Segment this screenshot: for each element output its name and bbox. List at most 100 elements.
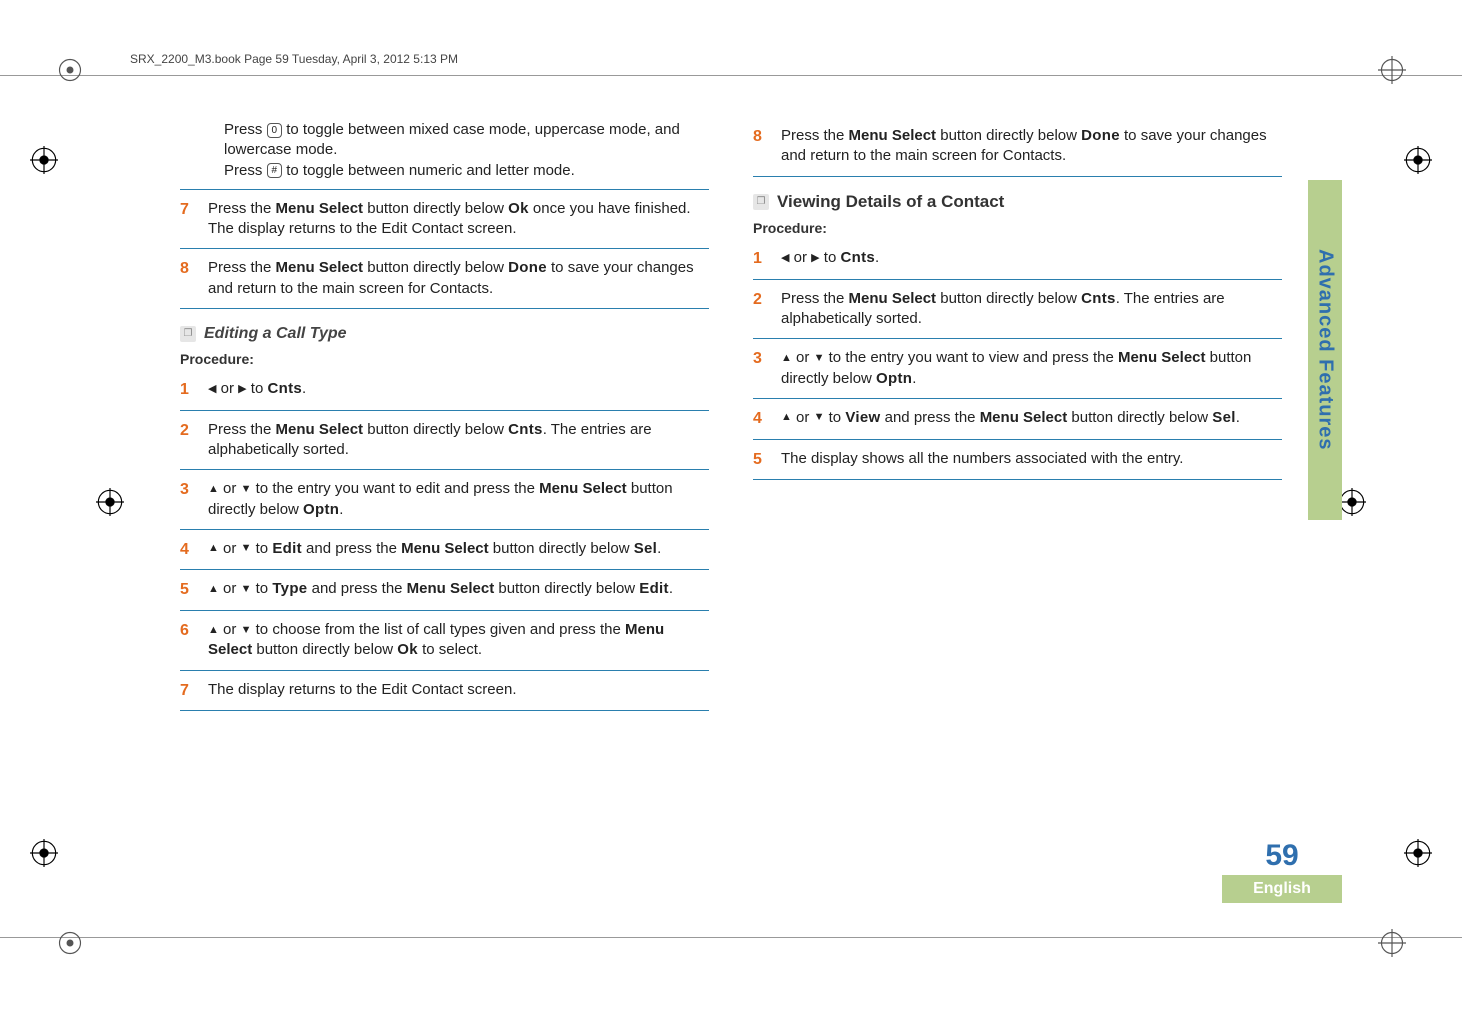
text: button directly below	[494, 580, 639, 597]
separator	[180, 529, 709, 530]
text: .	[339, 501, 343, 518]
softkey-label: Ok	[508, 200, 529, 217]
step-text: ◀ or ▶ to Cnts.	[208, 379, 709, 401]
separator	[180, 189, 709, 190]
text: .	[302, 380, 306, 397]
softkey-label: Sel	[634, 540, 657, 557]
running-header: SRX_2200_M3.book Page 59 Tuesday, April …	[130, 52, 458, 66]
ui-label: Menu Select	[539, 480, 627, 497]
text: button directly below	[252, 641, 397, 658]
section-title: Editing a Call Type	[204, 323, 347, 345]
crop-mark-icon	[56, 929, 84, 957]
text: Press the	[208, 259, 276, 276]
step-4: 4 ▲ or ▼ to Edit and press the Menu Sele…	[180, 533, 709, 567]
separator	[753, 338, 1282, 339]
right-column: 8 Press the Menu Select button directly …	[753, 120, 1282, 893]
text: button directly below	[936, 127, 1081, 144]
softkey-label: View	[845, 409, 880, 426]
text: to choose from the list of call types gi…	[251, 621, 625, 638]
text: button directly below	[363, 259, 508, 276]
hairline-top	[0, 75, 1462, 76]
step-number: 2	[180, 420, 198, 461]
step-number: 6	[180, 620, 198, 661]
softkey-label: Done	[1081, 127, 1120, 144]
softkey-label: Edit	[272, 540, 302, 557]
nav-up-icon: ▲	[781, 353, 792, 364]
text: Press the	[781, 127, 849, 144]
step-text: Press the Menu Select button directly be…	[781, 126, 1282, 167]
nav-right-icon: ▶	[238, 384, 246, 395]
step-text: ◀ or ▶ to Cnts.	[781, 248, 1282, 270]
text: or	[219, 480, 241, 497]
registration-mark-icon	[1404, 839, 1432, 867]
separator	[180, 308, 709, 309]
step-4: 4 ▲ or ▼ to View and press the Menu Sele…	[753, 402, 1282, 436]
separator	[180, 610, 709, 611]
ui-label: Menu Select	[276, 200, 364, 217]
step-3: 3 ▲ or ▼ to the entry you want to edit a…	[180, 473, 709, 526]
text: to toggle between mixed case mode, upper…	[224, 121, 680, 158]
text: Press the	[208, 421, 276, 438]
hairline-bottom	[0, 937, 1462, 938]
text: Press the	[781, 290, 849, 307]
step-number: 2	[753, 289, 771, 330]
text: to	[824, 409, 845, 426]
ui-label: Menu Select	[276, 421, 364, 438]
step-text: ▲ or ▼ to Type and press the Menu Select…	[208, 579, 709, 601]
step-number: 5	[180, 579, 198, 601]
step-text: The display returns to the Edit Contact …	[208, 680, 709, 702]
text: .	[912, 370, 916, 387]
text: button directly below	[936, 290, 1081, 307]
nav-down-icon: ▼	[241, 625, 252, 636]
page-body: Press 0 to toggle between mixed case mod…	[180, 120, 1282, 893]
separator	[180, 410, 709, 411]
text: .	[1236, 409, 1240, 426]
separator	[180, 469, 709, 470]
step-text: ▲ or ▼ to the entry you want to view and…	[781, 348, 1282, 389]
nav-down-icon: ▼	[241, 543, 252, 554]
text: or	[219, 580, 241, 597]
text: to toggle between numeric and letter mod…	[286, 162, 575, 179]
step-text: The display shows all the numbers associ…	[781, 449, 1282, 471]
text: to	[251, 540, 272, 557]
nav-up-icon: ▲	[208, 543, 219, 554]
step-1: 1 ◀ or ▶ to Cnts.	[753, 242, 1282, 276]
text: or	[792, 409, 814, 426]
step-text: ▲ or ▼ to Edit and press the Menu Select…	[208, 539, 709, 561]
softkey-label: Cnts	[1081, 290, 1116, 307]
step-1: 1 ◀ or ▶ to Cnts.	[180, 373, 709, 407]
softkey-label: Cnts	[508, 421, 543, 438]
nav-up-icon: ▲	[781, 412, 792, 423]
nav-up-icon: ▲	[208, 625, 219, 636]
text: to	[820, 249, 841, 266]
softkey-label: Type	[272, 580, 307, 597]
procedure-label: Procedure:	[180, 350, 709, 369]
step-number: 4	[180, 539, 198, 561]
separator	[753, 279, 1282, 280]
ui-label: Menu Select	[849, 290, 937, 307]
section-title: Viewing Details of a Contact	[777, 191, 1004, 214]
text: to	[251, 580, 272, 597]
step-number: 7	[180, 680, 198, 702]
ui-label: Menu Select	[849, 127, 937, 144]
step-8: 8 Press the Menu Select button directly …	[180, 252, 709, 305]
crop-mark-icon	[1378, 929, 1406, 957]
step-8: 8 Press the Menu Select button directly …	[753, 120, 1282, 173]
nav-down-icon: ▼	[241, 484, 252, 495]
separator	[180, 710, 709, 711]
step-number: 3	[753, 348, 771, 389]
registration-mark-icon	[1338, 488, 1366, 516]
step-number: 1	[753, 248, 771, 270]
step-2: 2 Press the Menu Select button directly …	[180, 414, 709, 467]
step-text: Press the Menu Select button directly be…	[781, 289, 1282, 330]
keycap-hash-icon: #	[267, 163, 283, 178]
ui-label: Menu Select	[401, 540, 489, 557]
text: or	[789, 249, 811, 266]
ui-label: Menu Select	[276, 259, 364, 276]
text: button directly below	[363, 421, 508, 438]
text: .	[657, 540, 661, 557]
text: or	[792, 349, 814, 366]
text: and press the	[880, 409, 979, 426]
step-7: 7 Press the Menu Select button directly …	[180, 193, 709, 246]
step-text: Press the Menu Select button directly be…	[208, 258, 709, 299]
